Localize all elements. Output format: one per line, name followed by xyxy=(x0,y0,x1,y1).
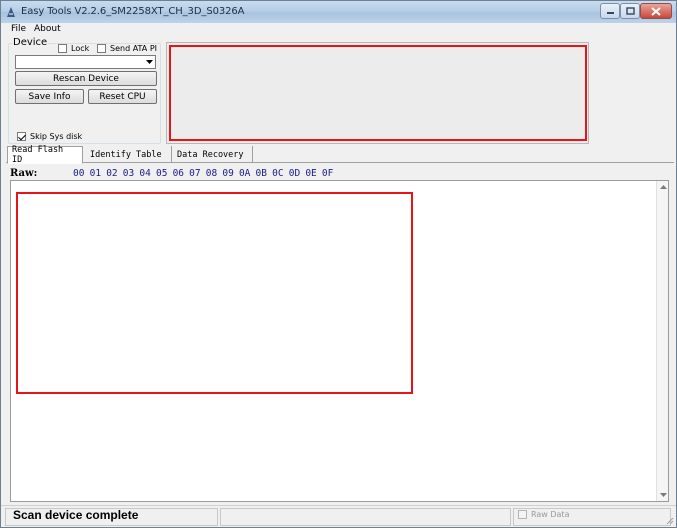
lock-checkbox-label: Lock xyxy=(71,44,90,53)
hex-column: 04 xyxy=(139,168,151,179)
title-bar[interactable]: Easy Tools V2.2.6_SM2258XT_CH_3D_S0326A xyxy=(1,1,676,23)
app-icon xyxy=(7,7,15,17)
hex-column: 0B xyxy=(255,168,267,179)
lock-checkbox[interactable]: Lock xyxy=(58,44,89,53)
hex-column: 05 xyxy=(155,168,168,179)
maximize-button[interactable] xyxy=(620,3,640,19)
resize-grip-icon[interactable] xyxy=(664,515,674,525)
maximize-icon xyxy=(625,7,635,15)
skip-sys-disk-label: Skip Sys disk xyxy=(30,132,83,141)
minimize-button[interactable] xyxy=(600,3,620,19)
hex-column: 03 xyxy=(122,168,135,179)
save-info-button[interactable]: Save Info xyxy=(15,89,84,104)
hex-column: 0E xyxy=(305,168,317,179)
hex-column: 06 xyxy=(172,168,185,179)
send-ata-checkbox-label: Send ATA PI xyxy=(110,44,158,53)
menu-file[interactable]: File xyxy=(11,24,26,34)
status-pane-middle xyxy=(220,508,511,526)
menu-about[interactable]: About xyxy=(34,24,61,34)
minimize-icon xyxy=(606,12,614,14)
dropdown-arrow-icon[interactable] xyxy=(144,57,154,67)
send-ata-checkbox-box[interactable] xyxy=(97,44,106,53)
highlight-box-raw-data xyxy=(16,192,413,394)
raw-label: Raw: xyxy=(10,168,38,179)
hex-column: 00 xyxy=(73,168,85,179)
scroll-up-icon[interactable] xyxy=(659,183,667,191)
hex-column: 02 xyxy=(106,168,118,179)
skip-sys-disk-checkbox[interactable]: Skip Sys disk xyxy=(17,132,82,141)
hex-column: 0C xyxy=(272,168,284,179)
tab-data-recovery[interactable]: Data Recovery xyxy=(173,146,253,163)
reset-cpu-button[interactable]: Reset CPU xyxy=(88,89,157,104)
status-message: Scan device complete xyxy=(13,508,139,522)
rescan-device-button[interactable]: Rescan Device xyxy=(15,71,157,86)
hex-column: 07 xyxy=(189,168,201,179)
hex-column: 01 xyxy=(89,168,102,179)
hex-column: 09 xyxy=(222,168,234,179)
tab-identify-table[interactable]: Identify Table xyxy=(86,146,172,163)
tab-bar: Read Flash ID Identify Table Data Recove… xyxy=(6,145,674,165)
hex-column: 0A xyxy=(238,168,251,179)
window-title: Easy Tools V2.2.6_SM2258XT_CH_3D_S0326A xyxy=(21,6,245,17)
skip-sys-disk-checkbox-box[interactable] xyxy=(17,132,26,141)
close-button[interactable] xyxy=(640,3,672,19)
send-ata-checkbox[interactable]: Send ATA PI xyxy=(97,44,157,53)
app-window: Easy Tools V2.2.6_SM2258XT_CH_3D_S0326A … xyxy=(0,0,677,528)
raw-data-checkbox-label: Raw Data xyxy=(531,510,570,519)
close-icon xyxy=(651,6,661,16)
hex-column-header: 00 01 02 03 04 05 06 07 08 09 0A 0B 0C 0… xyxy=(73,168,339,179)
hex-column: 0F xyxy=(321,168,334,179)
raw-data-checkbox[interactable]: Raw Data xyxy=(518,510,569,519)
hex-column: 0D xyxy=(288,168,301,179)
lock-checkbox-box[interactable] xyxy=(58,44,67,53)
raw-data-checkbox-box[interactable] xyxy=(518,510,527,519)
device-group-label: Device xyxy=(12,37,49,48)
highlight-box-info xyxy=(169,45,587,141)
vertical-scrollbar[interactable] xyxy=(656,181,668,501)
device-dropdown[interactable] xyxy=(15,55,156,69)
scroll-down-icon[interactable] xyxy=(659,491,667,499)
menu-bar: File About xyxy=(1,23,676,37)
hex-column: 08 xyxy=(205,168,218,179)
tab-read-flash-id[interactable]: Read Flash ID xyxy=(7,145,83,165)
